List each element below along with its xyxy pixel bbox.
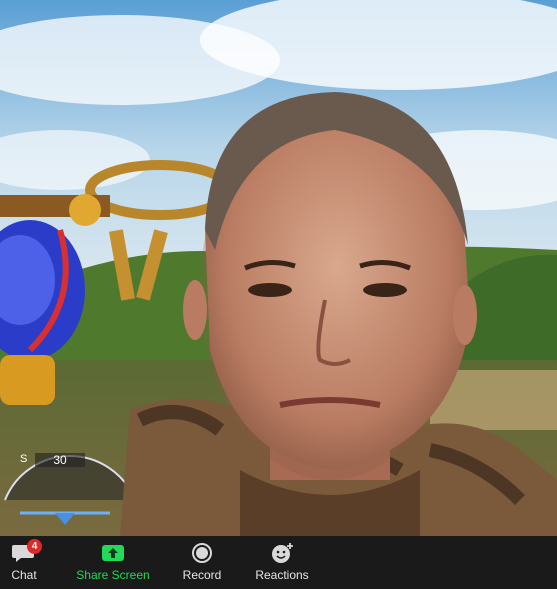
virtual-background-scene: 30 S — [0, 0, 557, 536]
chat-unread-badge: 4 — [27, 539, 42, 554]
record-icon — [192, 543, 212, 563]
svg-text:S: S — [20, 453, 27, 465]
chat-label: Chat — [11, 568, 37, 582]
participant-video: 30 S — [0, 0, 557, 536]
reactions-label: Reactions — [255, 568, 309, 582]
meeting-toolbar: 4 Chat Share Screen Record Reactions — [0, 536, 557, 589]
emoji-plus-icon — [272, 543, 293, 563]
chat-button[interactable]: 4 Chat — [0, 536, 48, 589]
share-screen-label: Share Screen — [76, 568, 150, 582]
record-button[interactable]: Record — [176, 536, 228, 589]
share-screen-icon — [102, 545, 124, 561]
share-screen-button[interactable]: Share Screen — [72, 536, 154, 589]
record-label: Record — [182, 568, 222, 582]
reactions-button[interactable]: Reactions — [250, 536, 314, 589]
hud-speed-readout: 30 — [53, 453, 67, 467]
